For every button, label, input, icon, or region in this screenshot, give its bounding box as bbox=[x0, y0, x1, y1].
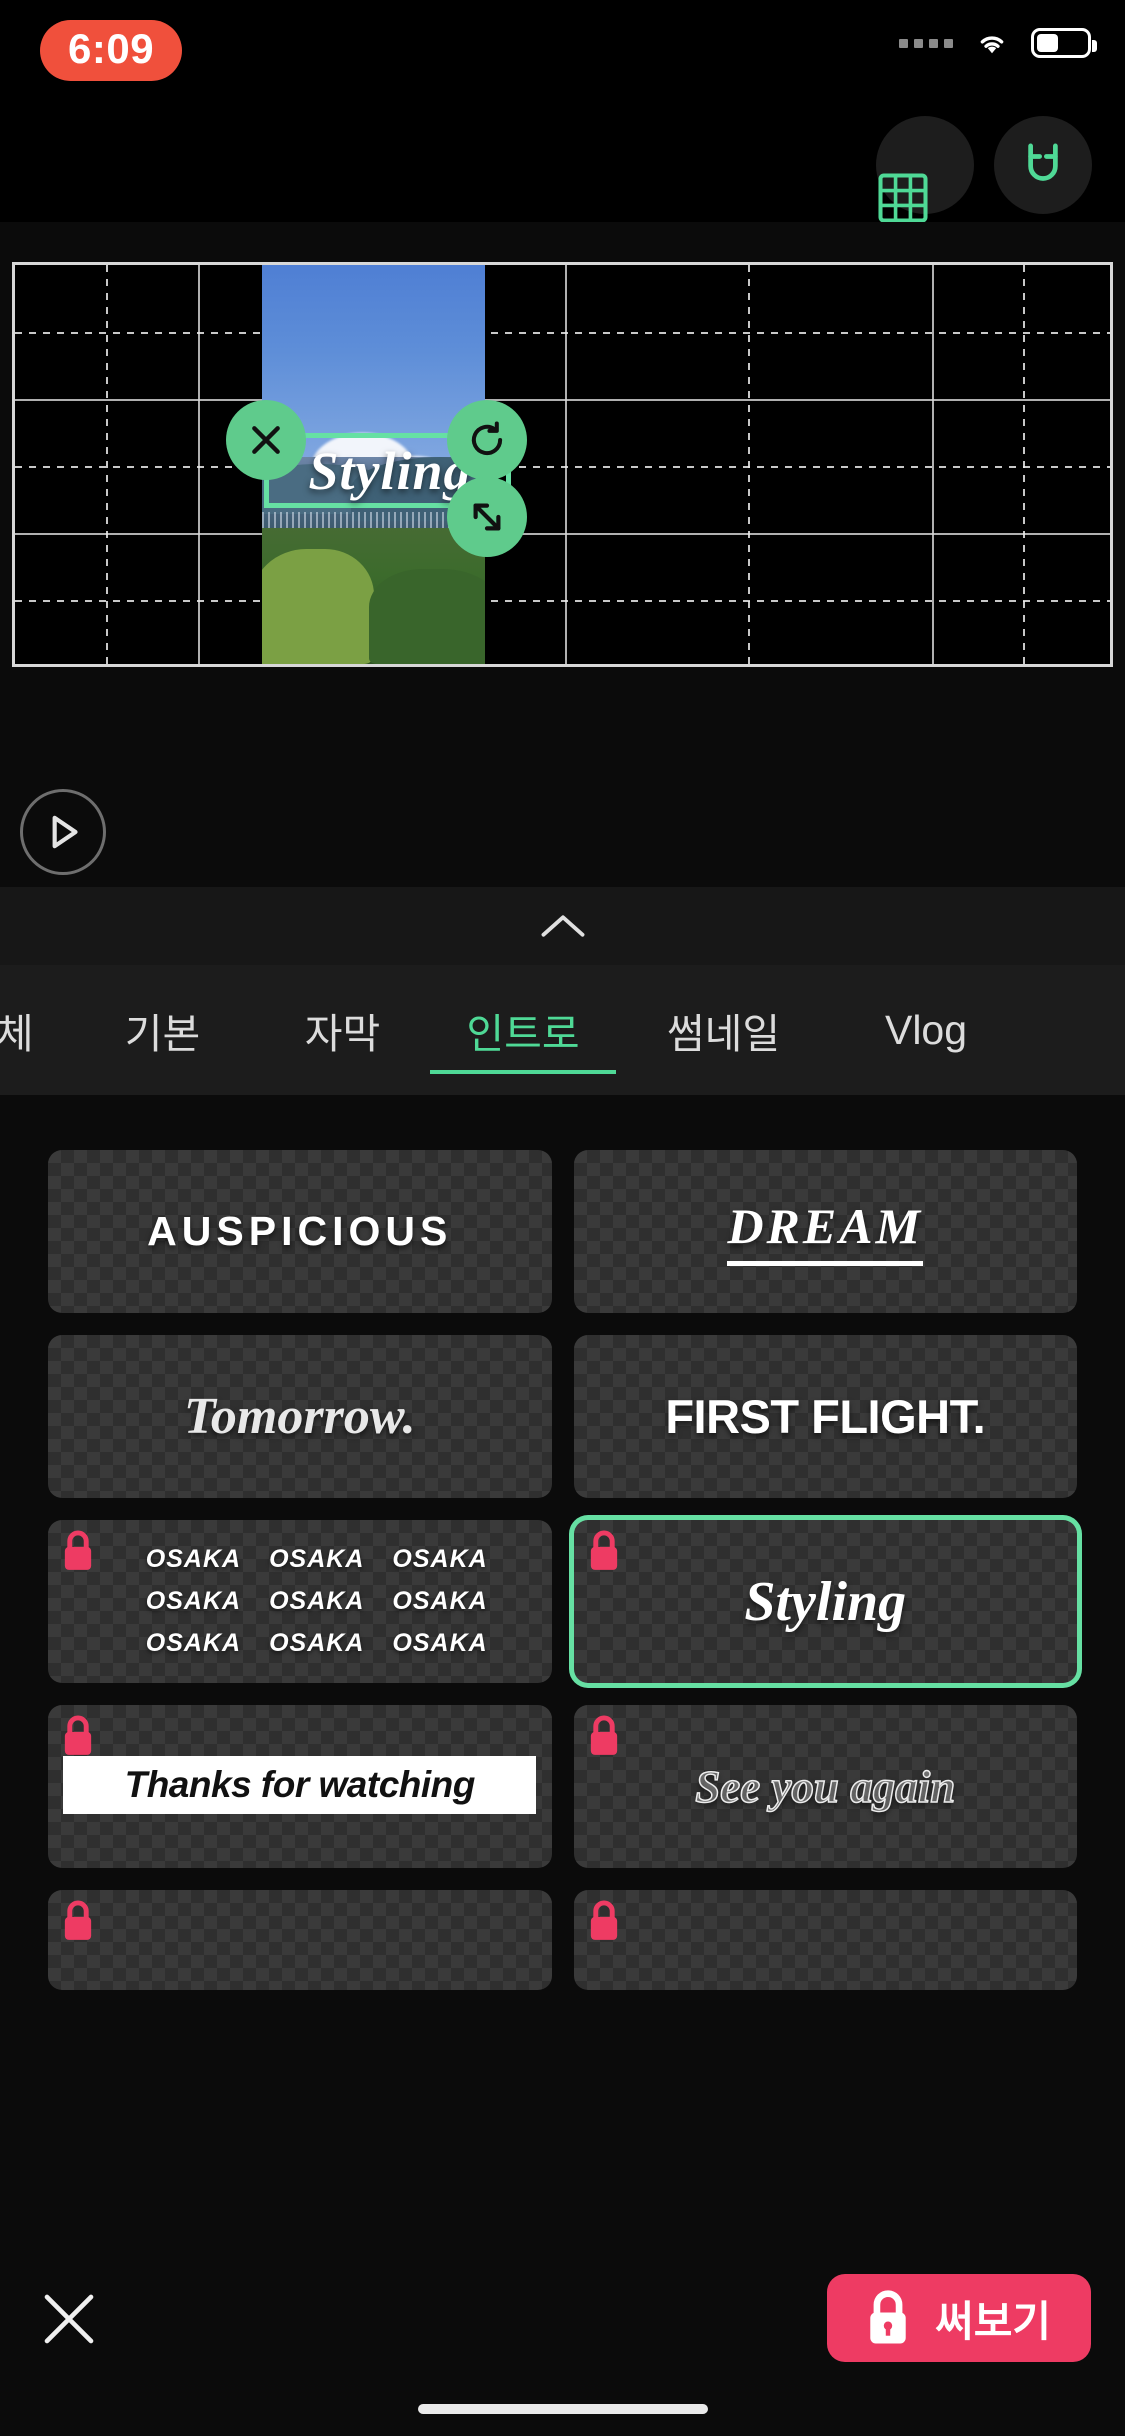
lock-icon bbox=[590, 1900, 617, 1940]
osaka-label: OSAKA bbox=[145, 1629, 242, 1657]
template-card-partial-right[interactable] bbox=[573, 1890, 1077, 1990]
tab-basic[interactable]: 기본 bbox=[70, 1000, 255, 1060]
home-indicator bbox=[417, 2404, 708, 2414]
template-label: Styling bbox=[744, 1570, 907, 1633]
play-icon bbox=[52, 815, 78, 849]
grid-icon bbox=[878, 173, 928, 223]
rotate-handle[interactable] bbox=[447, 400, 527, 480]
lock-icon bbox=[64, 1715, 92, 1755]
playback-row bbox=[0, 777, 1125, 887]
close-icon bbox=[252, 426, 280, 454]
template-card-partial-left[interactable] bbox=[48, 1890, 552, 1990]
osaka-label: OSAKA bbox=[392, 1629, 488, 1657]
osaka-label: OSAKA bbox=[269, 1629, 365, 1657]
template-label: DREAM bbox=[727, 1197, 924, 1266]
tab-all[interactable]: 체 bbox=[0, 1000, 70, 1060]
lock-icon bbox=[64, 1900, 92, 1940]
status-icons bbox=[899, 26, 1097, 60]
tab-thumbnail[interactable]: 썸네일 bbox=[616, 1000, 831, 1060]
template-card-auspicious[interactable]: AUSPICIOUS bbox=[48, 1150, 552, 1313]
template-label: AUSPICIOUS bbox=[147, 1208, 453, 1254]
osaka-label: OSAKA bbox=[269, 1545, 365, 1573]
status-bar: 6:09 bbox=[0, 0, 1125, 110]
close-button[interactable] bbox=[36, 2286, 102, 2352]
template-card-dream[interactable]: DREAM bbox=[573, 1150, 1077, 1313]
lock-icon bbox=[870, 2290, 906, 2344]
magnet-icon bbox=[1028, 143, 1058, 181]
lock-icon bbox=[64, 1530, 92, 1570]
template-label: Thanks for watching bbox=[124, 1763, 476, 1805]
grid-toggle-button[interactable] bbox=[876, 116, 974, 223]
lock-icon bbox=[590, 1715, 617, 1755]
category-tabs: 체 기본 자막 인트로 썸네일 Vlog bbox=[0, 965, 1125, 1095]
resize-diagonal-icon bbox=[473, 503, 501, 531]
battery-icon bbox=[1031, 28, 1097, 58]
osaka-label: OSAKA bbox=[269, 1587, 365, 1615]
thanks-banner: Thanks for watching bbox=[63, 1755, 537, 1814]
status-time: 6:09 bbox=[40, 20, 183, 81]
tab-intro[interactable]: 인트로 bbox=[430, 1000, 616, 1074]
template-label: FIRST FLIGHT. bbox=[665, 1390, 986, 1443]
panel-collapse-bar[interactable] bbox=[0, 887, 1125, 965]
osaka-label: OSAKA bbox=[392, 1545, 488, 1573]
resize-handle[interactable] bbox=[447, 477, 527, 557]
template-card-first-flight[interactable]: FIRST FLIGHT. bbox=[573, 1335, 1077, 1498]
try-button[interactable]: 써보기 bbox=[827, 2274, 1091, 2362]
tab-vlog[interactable]: Vlog bbox=[831, 1007, 1021, 1054]
template-label: Tomorrow. bbox=[183, 1388, 416, 1445]
osaka-label: OSAKA bbox=[145, 1587, 242, 1615]
template-card-thanks[interactable]: Thanks for watching bbox=[48, 1705, 552, 1868]
tab-subtitle[interactable]: 자막 bbox=[255, 1000, 430, 1060]
try-button-label: 써보기 bbox=[935, 2297, 1051, 2345]
template-card-see-you[interactable]: See you again bbox=[573, 1705, 1077, 1868]
preview-canvas-area: Styling bbox=[0, 222, 1125, 777]
osaka-label: OSAKA bbox=[392, 1587, 488, 1615]
video-editor-screen: 6:09 Styling 체 기본 자막 인트로 썸네일 Vlog AUSPIC… bbox=[0, 0, 1125, 2436]
editor-toolbar bbox=[0, 110, 1125, 223]
video-canvas[interactable]: Styling bbox=[12, 262, 1113, 667]
template-card-styling[interactable]: Styling bbox=[573, 1520, 1077, 1683]
delete-handle[interactable] bbox=[226, 400, 306, 480]
chevron-up-icon bbox=[541, 915, 584, 937]
osaka-text-grid: OSAKA OSAKA OSAKA OSAKA OSAKA OSAKA OSAK… bbox=[112, 1545, 488, 1658]
lock-icon bbox=[590, 1530, 617, 1570]
wifi-icon bbox=[980, 36, 1004, 54]
template-card-tomorrow[interactable]: Tomorrow. bbox=[48, 1335, 552, 1498]
template-label: See you again bbox=[694, 1761, 956, 1813]
template-card-osaka[interactable]: OSAKA OSAKA OSAKA OSAKA OSAKA OSAKA OSAK… bbox=[48, 1520, 552, 1683]
rotate-icon bbox=[471, 421, 503, 456]
magnet-snap-button[interactable] bbox=[994, 116, 1092, 214]
template-list[interactable]: AUSPICIOUS DREAM Tomorrow. FIRST FLIGHT.… bbox=[0, 1095, 1125, 2310]
osaka-label: OSAKA bbox=[145, 1545, 242, 1573]
bottom-action-bar: 써보기 bbox=[0, 2246, 1125, 2436]
signal-dots-icon bbox=[899, 38, 953, 48]
play-button[interactable] bbox=[20, 789, 106, 875]
